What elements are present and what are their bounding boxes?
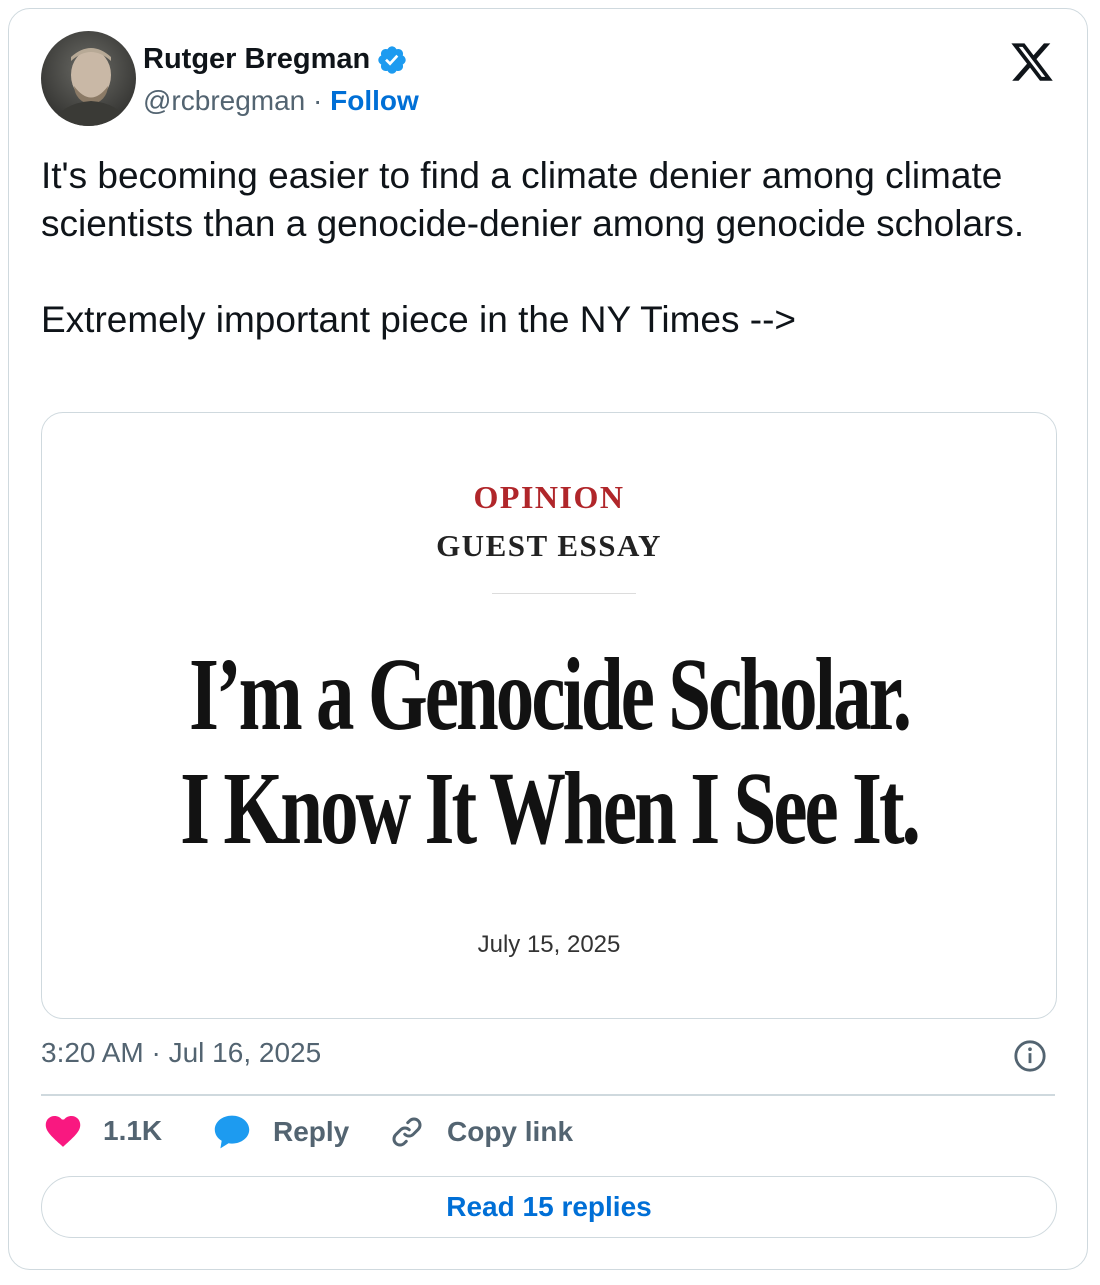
reply-label: Reply	[273, 1116, 350, 1147]
author-handle[interactable]: @rcbregman	[143, 85, 305, 116]
card-date: July 15, 2025	[477, 931, 621, 958]
tweet-timestamp[interactable]: 3:20 AM · Jul 16, 2025	[41, 1037, 321, 1069]
headline-line: I Know It When I See It.	[180, 751, 921, 866]
avatar[interactable]	[41, 31, 136, 126]
reply-button[interactable]: Reply	[213, 1114, 349, 1150]
tweet-embed: Rutger Bregman @rcbregman · Follow It's …	[8, 8, 1088, 1270]
card-divider	[492, 593, 636, 594]
copy-link-label: Copy link	[447, 1116, 574, 1147]
card-headline: I’m a Genocide Scholar. I Know It When I…	[174, 638, 924, 866]
info-icon[interactable]	[1013, 1039, 1047, 1073]
like-button[interactable]: 1.1K	[45, 1114, 162, 1148]
card-section-label: OPINION	[473, 479, 625, 515]
heart-icon	[45, 1116, 81, 1147]
author-display-name[interactable]: Rutger Bregman	[143, 43, 370, 76]
tweet-paragraph: It's becoming easier to find a climate d…	[41, 155, 1025, 244]
follow-button[interactable]: Follow	[330, 85, 419, 116]
link-icon	[392, 1117, 422, 1147]
read-replies-button[interactable]: Read 15 replies	[41, 1176, 1057, 1238]
like-count: 1.1K	[103, 1115, 163, 1146]
card-kicker: GUEST ESSAY	[436, 528, 662, 563]
article-card[interactable]: OPINION GUEST ESSAY I’m a Genocide Schol…	[41, 412, 1057, 1019]
actions-divider	[41, 1094, 1055, 1096]
headline-line: I’m a Genocide Scholar.	[188, 637, 912, 752]
tweet-paragraph: Extremely important piece in the NY Time…	[41, 299, 797, 340]
copy-link-button[interactable]: Copy link	[389, 1114, 573, 1150]
verified-badge-icon	[378, 45, 406, 74]
handle-separator: ·	[305, 85, 331, 116]
x-logo-icon[interactable]	[1009, 39, 1055, 85]
tweet-text: It's becoming easier to find a climate d…	[41, 152, 1071, 344]
reply-bubble-icon	[214, 1115, 250, 1149]
